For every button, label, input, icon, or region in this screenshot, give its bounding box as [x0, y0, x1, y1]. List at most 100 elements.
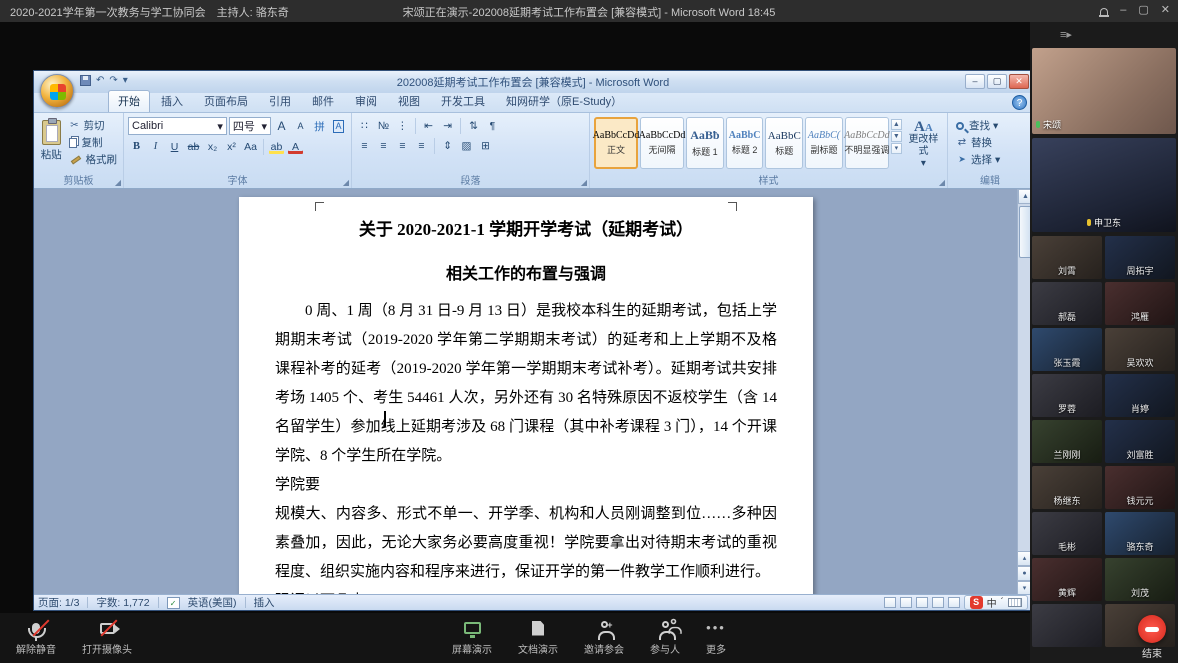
- tab-home[interactable]: 开始: [108, 90, 150, 112]
- presenter-video-tile[interactable]: 宋颂: [1032, 48, 1176, 134]
- style-normal[interactable]: AaBbCcDd 正文: [594, 117, 638, 169]
- paragraph-dialog-launcher[interactable]: ◢: [581, 178, 587, 187]
- subscript-button[interactable]: x₂: [204, 138, 221, 155]
- tab-mailings[interactable]: 邮件: [302, 90, 344, 112]
- page-indicator[interactable]: 页面: 1/3: [38, 595, 79, 610]
- document-page[interactable]: 关于 2020-2021-1 学期开学考试（延期考试） 相关工作的布置与强调 0…: [239, 197, 813, 596]
- superscript-button[interactable]: x²: [223, 138, 240, 155]
- participant-tile[interactable]: 郝磊: [1032, 282, 1102, 325]
- more-button[interactable]: ••• 更多: [706, 619, 726, 656]
- style-title[interactable]: AaBbC 标题: [765, 117, 803, 169]
- redo-icon[interactable]: ↷: [109, 75, 117, 86]
- participant-tile[interactable]: 罗蓉: [1032, 374, 1102, 417]
- participant-tile[interactable]: 兰刚刚: [1032, 420, 1102, 463]
- grow-font-button[interactable]: A: [273, 118, 290, 135]
- participants-button[interactable]: 参与人: [650, 619, 680, 656]
- participant-tile[interactable]: 毛彬: [1032, 512, 1102, 555]
- ime-chinese-mode[interactable]: 中: [987, 595, 997, 610]
- shading-button[interactable]: ▨: [458, 137, 475, 154]
- language-indicator[interactable]: 英语(美国): [188, 595, 237, 610]
- styles-gallery-more[interactable]: ▾: [891, 143, 902, 154]
- tab-developer[interactable]: 开发工具: [431, 90, 495, 112]
- participant-tile[interactable]: 周拓宇: [1105, 236, 1175, 279]
- help-button[interactable]: ?: [1012, 95, 1027, 110]
- clipboard-dialog-launcher[interactable]: ◢: [115, 178, 121, 187]
- participant-tile[interactable]: 黄辉: [1032, 558, 1102, 601]
- numbering-button[interactable]: №: [375, 117, 392, 134]
- screen-share-button[interactable]: 屏幕演示: [452, 619, 492, 656]
- font-dialog-launcher[interactable]: ◢: [343, 178, 349, 187]
- tab-references[interactable]: 引用: [259, 90, 301, 112]
- cut-button[interactable]: ✂剪切: [67, 117, 120, 134]
- word-count[interactable]: 字数: 1,772: [96, 595, 149, 610]
- font-color-button[interactable]: A: [287, 138, 304, 155]
- bold-button[interactable]: B: [128, 138, 145, 155]
- participant-tile[interactable]: 刘霄: [1032, 236, 1102, 279]
- word-restore-button[interactable]: ▢: [987, 74, 1007, 89]
- camera-button[interactable]: 打开摄像头: [82, 619, 132, 656]
- align-center-button[interactable]: ≡: [375, 137, 392, 154]
- participant-tile[interactable]: 肖婷: [1105, 374, 1175, 417]
- participant-tile[interactable]: 吴欢欢: [1105, 328, 1175, 371]
- change-case-button[interactable]: Aa: [242, 138, 259, 155]
- styles-scroll-up[interactable]: ▲: [891, 119, 902, 130]
- style-subtle-emphasis[interactable]: AaBbCcDd 不明显强调: [845, 117, 889, 169]
- show-marks-button[interactable]: ¶: [484, 117, 501, 134]
- styles-scroll-down[interactable]: ▼: [891, 131, 902, 142]
- unmute-button[interactable]: 解除静音: [16, 619, 56, 656]
- style-subtitle[interactable]: AaBbC( 副标题: [805, 117, 843, 169]
- copy-button[interactable]: 复制: [67, 134, 120, 151]
- invite-button[interactable]: + 邀请参会: [584, 619, 624, 656]
- sogou-logo-icon[interactable]: S: [970, 596, 983, 609]
- phonetic-guide-button[interactable]: 拼: [311, 118, 328, 135]
- tab-review[interactable]: 审阅: [345, 90, 387, 112]
- increase-indent-button[interactable]: ⇥: [439, 117, 456, 134]
- app-minimize-button[interactable]: –: [1120, 4, 1126, 16]
- notification-bell-icon[interactable]: [1100, 8, 1108, 15]
- tab-insert[interactable]: 插入: [151, 90, 193, 112]
- participant-tile[interactable]: 钱元元: [1105, 466, 1175, 509]
- ime-punctuation-icon[interactable]: ´: [1001, 597, 1004, 608]
- word-minimize-button[interactable]: –: [965, 74, 985, 89]
- borders-button[interactable]: ⊞: [477, 137, 494, 154]
- decrease-indent-button[interactable]: ⇤: [420, 117, 437, 134]
- tab-page-layout[interactable]: 页面布局: [194, 90, 258, 112]
- sort-button[interactable]: ⇅: [465, 117, 482, 134]
- app-close-button[interactable]: ✕: [1161, 3, 1170, 16]
- qat-dropdown-icon[interactable]: ▾: [123, 75, 128, 86]
- doc-share-button[interactable]: 文档演示: [518, 619, 558, 656]
- participant-tile[interactable]: 刘富胜: [1105, 420, 1175, 463]
- find-button[interactable]: 查找▾: [954, 117, 1002, 134]
- participant-tile[interactable]: 刘茂: [1105, 558, 1175, 601]
- justify-button[interactable]: ≡: [413, 137, 430, 154]
- undo-icon[interactable]: ↶: [96, 75, 104, 86]
- app-maximize-button[interactable]: ▢: [1138, 3, 1148, 16]
- font-size-select[interactable]: 四号▾: [229, 117, 271, 135]
- collapse-sidebar-icon[interactable]: ≡▸: [1060, 28, 1072, 41]
- text-highlight-button[interactable]: ab: [268, 138, 285, 155]
- end-meeting-button[interactable]: [1138, 615, 1166, 643]
- participant-tile[interactable]: [1032, 604, 1102, 647]
- bullets-button[interactable]: ∷: [356, 117, 373, 134]
- tab-cnki[interactable]: 知网研学（原E-Study）: [496, 90, 632, 112]
- draft-view-icon[interactable]: [948, 597, 960, 608]
- line-spacing-button[interactable]: ⇕: [439, 137, 456, 154]
- ime-keyboard-icon[interactable]: [1008, 598, 1022, 607]
- participant-tile[interactable]: 杨继东: [1032, 466, 1102, 509]
- print-layout-view-icon[interactable]: [884, 597, 896, 608]
- participant-tile[interactable]: 张玉霞: [1032, 328, 1102, 371]
- web-layout-view-icon[interactable]: [916, 597, 928, 608]
- replace-button[interactable]: ⇄替换: [954, 134, 1002, 151]
- select-button[interactable]: ➤选择▾: [954, 151, 1002, 168]
- paste-button[interactable]: 粘贴: [38, 117, 65, 173]
- style-heading2[interactable]: AaBbC 标题 2: [726, 117, 764, 169]
- tab-view[interactable]: 视图: [388, 90, 430, 112]
- participant-tile[interactable]: 鸿雁: [1105, 282, 1175, 325]
- style-no-spacing[interactable]: AaBbCcDd 无间隔: [640, 117, 684, 169]
- change-styles-button[interactable]: AA 更改样式 ▾: [904, 117, 943, 173]
- underline-button[interactable]: U: [166, 138, 183, 155]
- participant-video-tile[interactable]: 申卫东: [1032, 138, 1176, 232]
- italic-button[interactable]: I: [147, 138, 164, 155]
- participant-tile[interactable]: 骆东奇: [1105, 512, 1175, 555]
- character-border-button[interactable]: A: [333, 120, 343, 133]
